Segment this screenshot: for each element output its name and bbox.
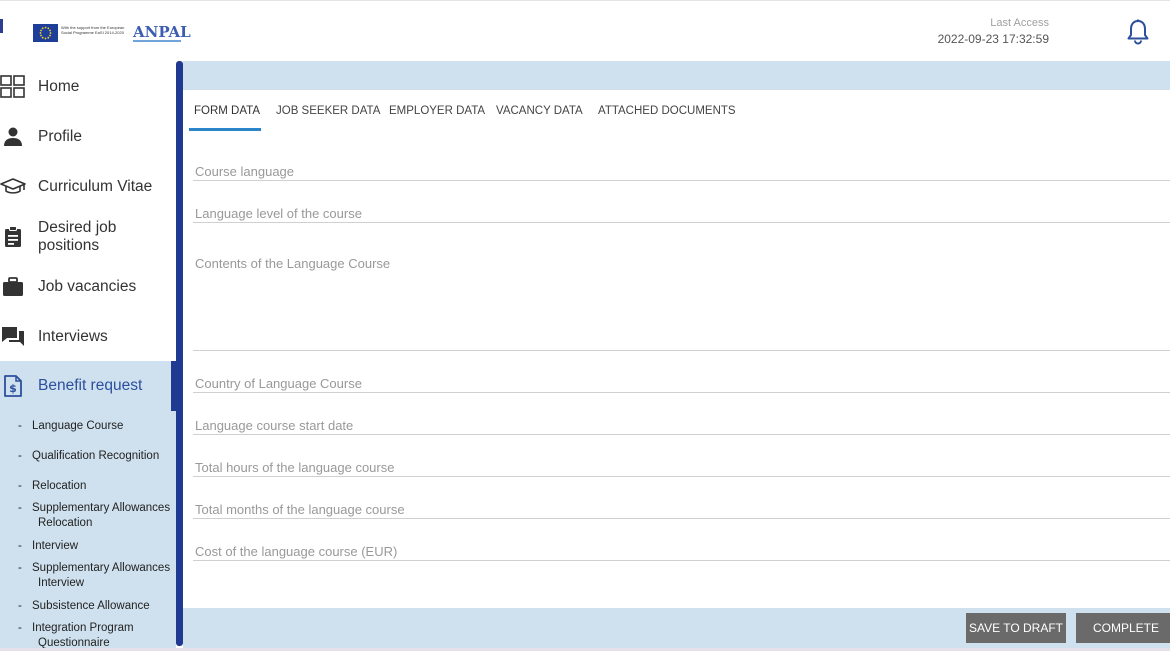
tab-form-data[interactable]: FORM DATA xyxy=(194,105,260,117)
total-hours-field[interactable]: Total hours of the language course xyxy=(193,456,1170,477)
submenu-item-line1: Supplementary Allowances xyxy=(32,502,171,514)
submenu-item-label: Supplementary Allowances Interview xyxy=(32,561,178,591)
submenu-item-label: Integration Program Questionnaire xyxy=(32,621,176,651)
clipboard-icon xyxy=(0,226,26,248)
submenu-dash: - xyxy=(18,420,22,432)
eu-support-text: With the support from the European Socia… xyxy=(61,25,125,35)
sidebar-scrollbar[interactable] xyxy=(176,61,183,646)
submenu-dash: - xyxy=(18,540,22,552)
submenu-dash: - xyxy=(18,502,22,514)
language-level-field[interactable]: Language level of the course xyxy=(193,202,1170,223)
submenu-item-line2: Relocation xyxy=(38,517,93,529)
tab-attached-documents[interactable]: ATTACHED DOCUMENTS xyxy=(598,105,736,117)
submenu-item-label: Relocation xyxy=(32,480,87,492)
course-start-date-field[interactable]: Language course start date xyxy=(193,414,1170,435)
submenu-item-label: Subsistence Allowance xyxy=(32,600,150,612)
submenu-item-line2: Interview xyxy=(38,577,85,589)
sidebar-item-interviews[interactable]: Interviews xyxy=(0,319,176,355)
submenu-dash: - xyxy=(18,622,22,634)
language-level-label: Language level of the course xyxy=(195,206,362,221)
sidebar-item-curriculum-vitae[interactable]: Curriculum Vitae xyxy=(0,169,176,205)
submenu-item-label: Interview xyxy=(32,540,79,552)
anpal-logo: ANPAL xyxy=(133,23,191,43)
submenu-item-label: Language Course xyxy=(32,420,124,432)
save-to-draft-button[interactable]: SAVE TO DRAFT xyxy=(966,613,1066,643)
sidebar-item-label: Home xyxy=(38,78,80,95)
chat-icon xyxy=(0,326,26,348)
briefcase-icon xyxy=(0,277,26,297)
content-top-strip xyxy=(183,61,1170,90)
course-country-field[interactable]: Country of Language Course xyxy=(193,372,1170,393)
sidebar-item-job-vacancies[interactable]: Job vacancies xyxy=(0,269,176,305)
submenu-dash: - xyxy=(18,450,22,462)
submenu-item-line1: Supplementary Allowances xyxy=(32,562,171,574)
sidebar-item-label: Benefit request xyxy=(38,377,143,394)
dollar-document-icon: $ xyxy=(0,375,26,397)
submenu-item-integration-program-questionnaire[interactable]: - Integration Program Questionnaire xyxy=(0,621,176,651)
anpal-logo-text: ANPAL xyxy=(133,23,191,41)
submenu-item-supplementary-allowances-relocation[interactable]: - Supplementary Allowances Relocation xyxy=(0,501,176,531)
sidebar-item-label: Profile xyxy=(38,128,82,145)
last-access-label: Last Access xyxy=(990,17,1049,29)
benefit-request-submenu: - Language Course - Qualification Recogn… xyxy=(0,410,176,651)
tab-bar: FORM DATA JOB SEEKER DATA EMPLOYER DATA … xyxy=(183,90,1170,132)
sidebar-item-label: Desired job positions xyxy=(38,219,117,254)
sidebar-item-label: Interviews xyxy=(38,328,108,345)
grid-icon xyxy=(0,75,26,99)
partial-logo-edge xyxy=(0,19,3,33)
course-contents-textarea[interactable]: Contents of the Language Course xyxy=(193,252,1170,351)
sidebar-item-profile[interactable]: Profile xyxy=(0,119,176,155)
person-icon xyxy=(0,127,26,147)
course-start-date-label: Language course start date xyxy=(195,418,354,433)
sidebar-item-benefit-request[interactable]: $ Benefit request xyxy=(0,361,176,411)
submenu-item-label: Qualification Recognition xyxy=(32,450,160,462)
course-language-field[interactable]: Course language xyxy=(193,160,1170,181)
course-cost-field[interactable]: Cost of the language course (EUR) xyxy=(193,540,1170,561)
last-access: Last Access 2022-09-23 17:32:59 xyxy=(938,17,1049,46)
submenu-item-label: Supplementary Allowances Relocation xyxy=(32,501,178,531)
submenu-item-line1: Integration Program xyxy=(32,622,134,634)
total-months-label: Total months of the language course xyxy=(195,502,405,517)
action-footer: SAVE TO DRAFT COMPLETE xyxy=(183,608,1170,648)
submenu-dash: - xyxy=(18,562,22,574)
course-contents-label: Contents of the Language Course xyxy=(195,256,391,271)
graduation-cap-icon xyxy=(0,178,26,196)
bell-icon[interactable] xyxy=(1126,19,1150,45)
tab-job-seeker-data[interactable]: JOB SEEKER DATA xyxy=(276,105,380,117)
svg-text:$: $ xyxy=(9,382,17,395)
app-header: With the support from the European Socia… xyxy=(0,0,1170,61)
sidebar-item-label: Job vacancies xyxy=(38,278,137,295)
course-country-label: Country of Language Course xyxy=(195,376,362,391)
submenu-dash: - xyxy=(18,600,22,612)
complete-button[interactable]: COMPLETE xyxy=(1076,613,1170,643)
tab-vacancy-data[interactable]: VACANCY DATA xyxy=(496,105,583,117)
sidebar-item-label: Curriculum Vitae xyxy=(38,178,153,195)
active-tab-underline xyxy=(189,128,261,131)
submenu-item-supplementary-allowances-interview[interactable]: - Supplementary Allowances Interview xyxy=(0,561,176,591)
course-language-label: Course language xyxy=(195,164,295,179)
sidebar: Home Profile Curriculum Vitae Desired jo… xyxy=(0,61,176,651)
sidebar-item-desired-job-positions[interactable]: Desired job positions xyxy=(0,216,176,260)
tab-employer-data[interactable]: EMPLOYER DATA xyxy=(389,105,485,117)
submenu-dash: - xyxy=(18,480,22,492)
last-access-value: 2022-09-23 17:32:59 xyxy=(937,32,1049,46)
anpal-logo-underline xyxy=(133,40,181,42)
eu-flag-icon xyxy=(33,24,58,42)
sidebar-item-home[interactable]: Home xyxy=(0,69,176,105)
course-cost-label: Cost of the language course (EUR) xyxy=(195,544,398,559)
total-hours-label: Total hours of the language course xyxy=(195,460,395,475)
total-months-field[interactable]: Total months of the language course xyxy=(193,498,1170,519)
